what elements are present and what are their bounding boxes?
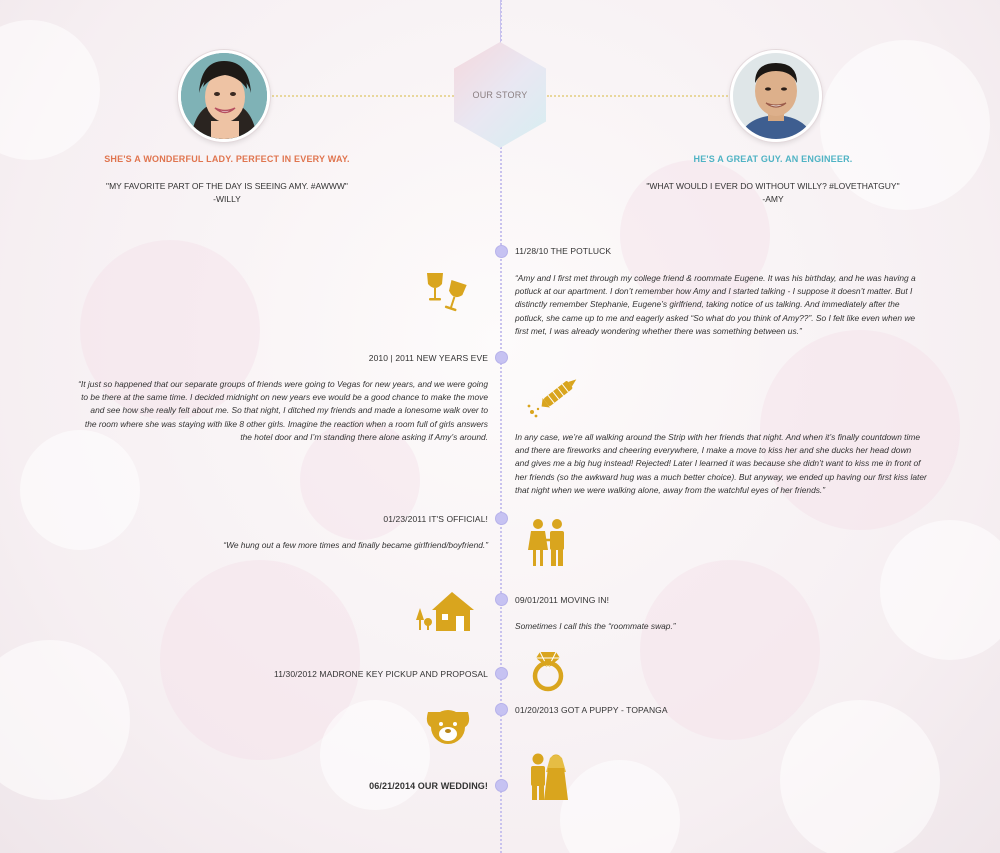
ring-icon (532, 651, 564, 692)
event-title-wedding: 06/21/2014 OUR WEDDING! (369, 781, 488, 791)
event-text-nye-continued: In any case, we’re all walking around th… (515, 432, 927, 495)
event-text-potluck: “Amy and I first met through my college … (515, 273, 916, 336)
event-text-official: “We hung out a few more times and finall… (223, 540, 488, 550)
event-title-nye: 2010 | 2011 NEW YEARS EVE (368, 353, 488, 363)
event-title-potluck: 11/28/10 THE POTLUCK (515, 246, 612, 256)
event-title-puppy: 01/20/2013 GOT A PUPPY - TOPANGA (515, 705, 668, 715)
avatar-amy (178, 50, 270, 142)
right-tagline: HE'S A GREAT GUY. AN ENGINEER. (693, 154, 853, 164)
wedding-couple-icon (531, 753, 568, 800)
right-attribution: -AMY (762, 194, 784, 204)
couple-icon (528, 519, 564, 566)
left-tagline: SHE'S A WONDERFUL LADY. PERFECT IN EVERY… (104, 154, 350, 164)
connector-right (547, 95, 731, 97)
event-title-official: 01/23/2011 IT'S OFFICIAL! (383, 514, 488, 524)
timeline-dot (495, 593, 508, 606)
wine-glasses-icon (427, 273, 467, 312)
timeline-dot (495, 703, 508, 716)
event-text-nye: “It just so happened that our separate g… (78, 379, 488, 442)
timeline-dot (495, 512, 508, 525)
event-title-moving-in: 09/01/2011 MOVING IN! (515, 595, 610, 605)
left-quote: "MY FAVORITE PART OF THE DAY IS SEEING A… (106, 181, 348, 191)
event-title-proposal: 11/30/2012 MADRONE KEY PICKUP AND PROPOS… (274, 669, 488, 679)
puppy-icon (426, 710, 470, 744)
house-icon (416, 592, 474, 631)
left-attribution: -WILLY (213, 194, 241, 204)
timeline-dot (495, 667, 508, 680)
page-title: OUR STORY (472, 90, 528, 100)
event-text-moving-in: Sometimes I call this the “roommate swap… (515, 621, 676, 631)
connector-left (272, 95, 454, 97)
avatar-willy (730, 50, 822, 142)
timeline-dot (495, 779, 508, 792)
firework-icon (527, 379, 577, 418)
timeline-dot (495, 351, 508, 364)
timeline-dot (495, 245, 508, 258)
right-quote: "WHAT WOULD I EVER DO WITHOUT WILLY? #LO… (646, 181, 900, 191)
timeline-top-line (500, 0, 501, 44)
